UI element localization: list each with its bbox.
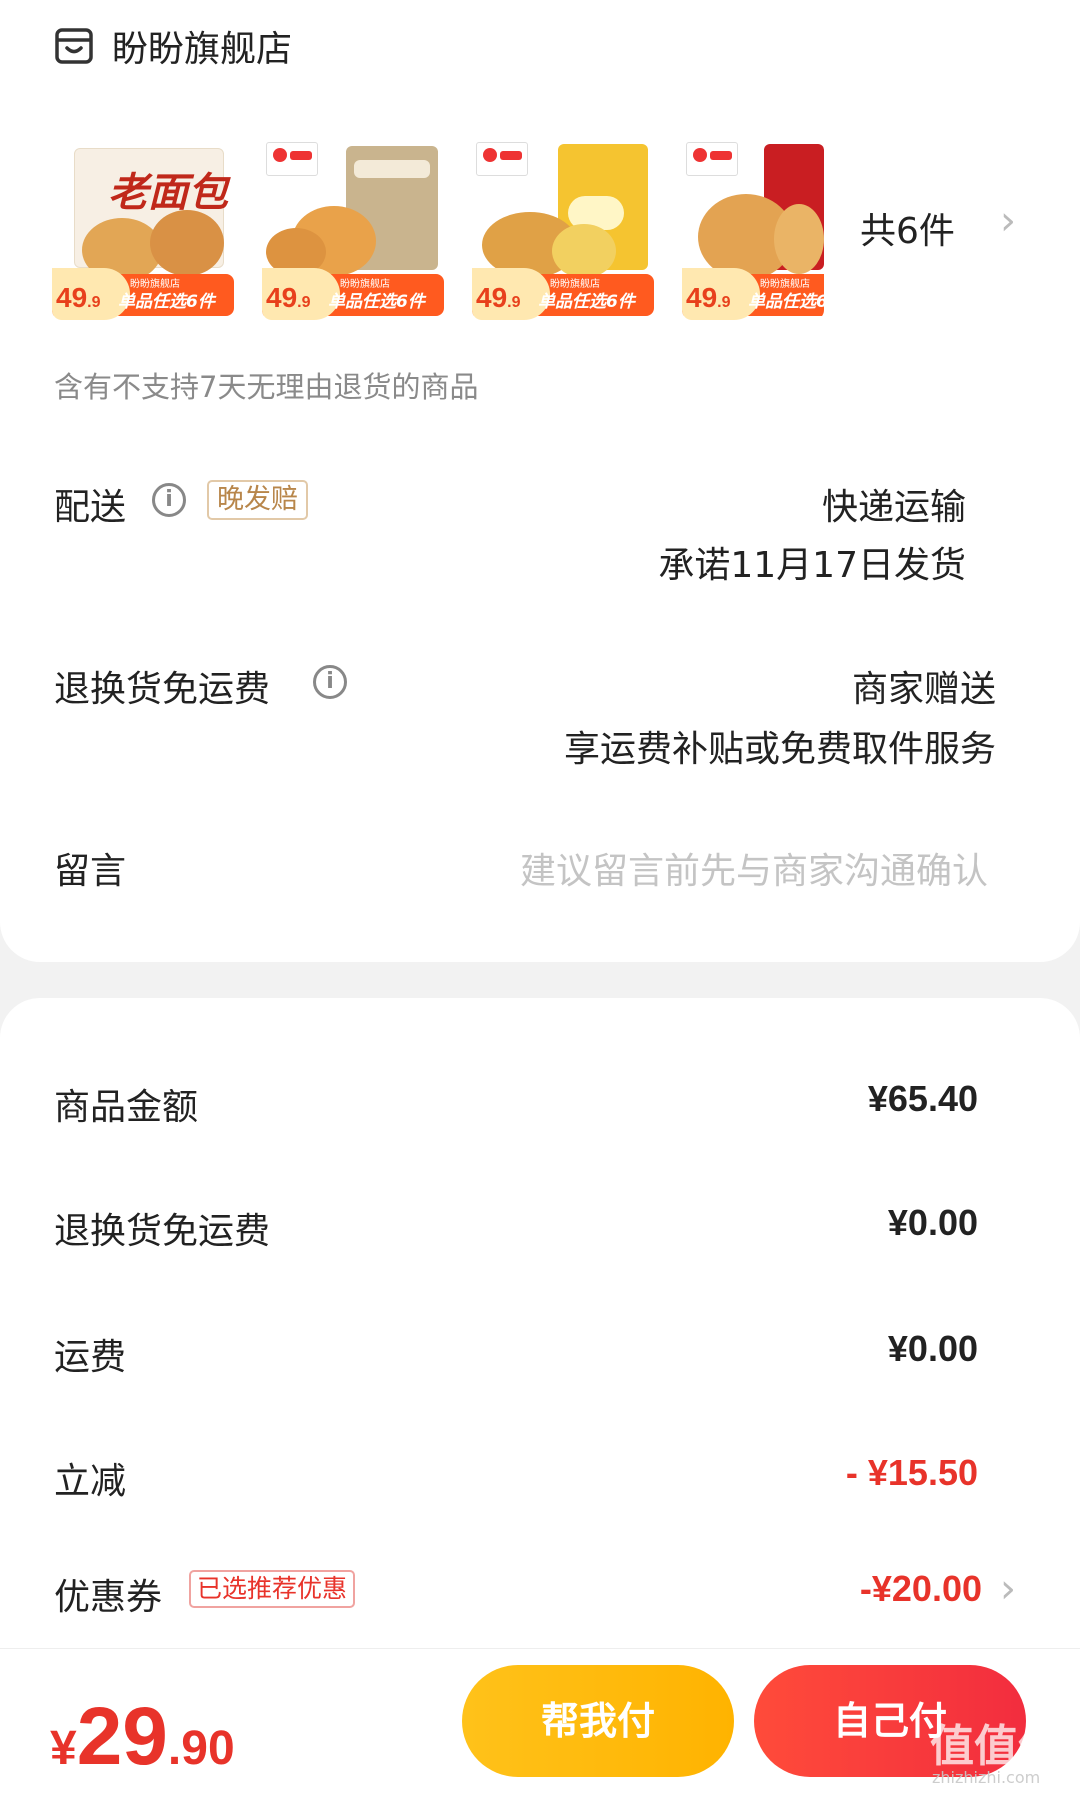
brand-logo [686, 142, 738, 176]
chevron-right-icon[interactable]: › [1000, 198, 1016, 244]
return-fee-value: ¥0.00 [887, 1202, 978, 1243]
coupon-tag: 已选推荐优惠 [189, 1570, 356, 1608]
delivery-label: 配送 [54, 487, 127, 528]
info-icon[interactable]: i [313, 665, 347, 699]
shipping-fee-value: ¥0.00 [887, 1328, 978, 1369]
product-price: 49.9 [56, 282, 101, 313]
product-thumb[interactable]: 49.9 盼盼旗舰店 单品任选6件 [472, 140, 654, 320]
help-pay-button[interactable]: 帮我付 [462, 1665, 734, 1777]
brand-logo [476, 142, 528, 176]
message-label: 留言 [54, 851, 127, 892]
late-compensation-badge: 晚发赔 [207, 480, 308, 520]
promo-text: 单品任选6件 [538, 292, 635, 312]
return-fee-label: 退换货免运费 [54, 1211, 271, 1252]
goods-amount-value: ¥65.40 [867, 1078, 978, 1119]
delivery-promise: 承诺11月17日发货 [658, 545, 966, 586]
delivery-method: 快递运输 [821, 487, 966, 528]
return-free-label: 退换货免运费 [54, 669, 271, 710]
return-policy-notice: 含有不支持7天无理由退货的商品 [54, 370, 479, 404]
product-headline: 老面包 [108, 170, 228, 216]
coupon-value[interactable]: -¥20.00 [860, 1568, 982, 1610]
brand-logo [266, 142, 318, 176]
discount-value: - ¥15.50 [845, 1452, 978, 1493]
promo-text: 单品任选6 [748, 292, 824, 312]
product-thumb[interactable]: 老面包 49.9 盼盼旗舰店 单品任选6件 [52, 140, 234, 320]
store-icon [55, 28, 93, 64]
coupon-label: 优惠券 [54, 1577, 163, 1618]
return-free-provider: 商家赠送 [851, 669, 996, 710]
watermark-url: zhizhizhi.com [932, 1768, 1041, 1787]
promo-text: 单品任选6件 [118, 292, 215, 312]
product-thumb[interactable]: 49.9 盼盼旗舰店 单品任选6 [682, 140, 824, 320]
product-price: 49.9 [686, 282, 731, 313]
info-icon[interactable]: i [152, 483, 186, 517]
chevron-right-icon[interactable]: › [1000, 1566, 1016, 1612]
watermark: 值值值 [930, 1721, 1062, 1772]
message-input[interactable]: 建议留言前先与商家沟通确认 [520, 842, 988, 894]
product-thumbnails[interactable]: 老面包 49.9 盼盼旗舰店 单品任选6件 49.9 盼盼旗舰店 单品任选6件 … [52, 140, 824, 320]
product-thumb[interactable]: 49.9 盼盼旗舰店 单品任选6件 [262, 140, 444, 320]
store-header[interactable]: 盼盼旗舰店 [54, 22, 292, 70]
goods-amount-label: 商品金额 [54, 1087, 199, 1128]
shipping-fee-label: 运费 [54, 1337, 127, 1378]
product-count[interactable]: 共6件 [860, 202, 955, 254]
total-price: ¥29.90 [50, 1691, 235, 1782]
discount-label: 立减 [54, 1461, 127, 1502]
store-name: 盼盼旗舰店 [112, 29, 293, 70]
return-free-desc: 享运费补贴或免费取件服务 [563, 729, 996, 770]
product-price: 49.9 [476, 282, 521, 313]
product-price: 49.9 [266, 282, 311, 313]
promo-text: 单品任选6件 [328, 292, 425, 312]
